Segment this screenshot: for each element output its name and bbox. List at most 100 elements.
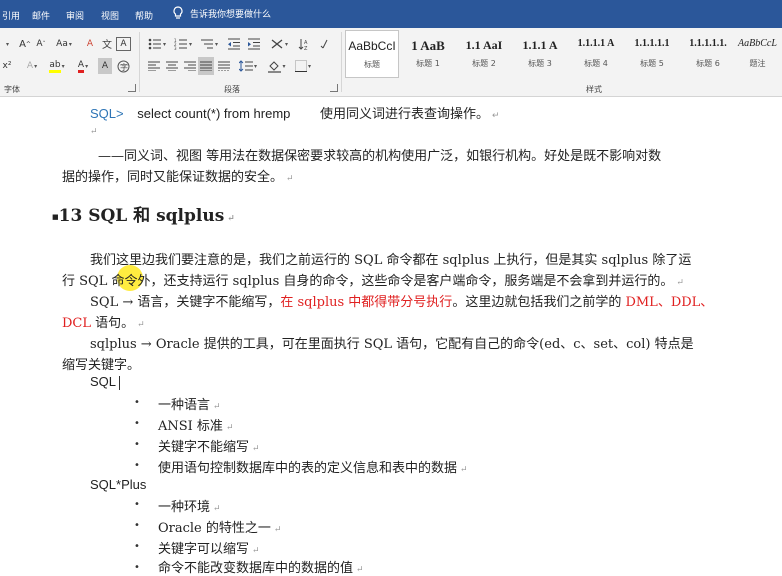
shrink-font-button[interactable]: Aˇ	[34, 36, 48, 52]
char-border-button[interactable]: A	[116, 37, 131, 51]
char-shading-button[interactable]: A	[98, 58, 112, 74]
section-heading: ■13 SQL 和 sqlplus ↵	[52, 206, 235, 226]
document-page[interactable]: SQL> select count(*) from hremp 使用同义词进行表…	[0, 97, 782, 576]
tell-me-box[interactable]: 告诉我你想要做什么	[172, 6, 271, 20]
svg-text:字: 字	[120, 62, 128, 72]
distributed-icon	[218, 61, 230, 71]
svg-text:3: 3	[174, 46, 177, 50]
sort-icon: AZ	[298, 39, 308, 50]
sql-prompt: SQL>	[90, 106, 124, 121]
change-case-button[interactable]: Aa ▾	[53, 36, 75, 52]
menu-review[interactable]: 审阅	[66, 9, 84, 22]
bullets-button[interactable]: ▾	[146, 36, 168, 52]
sqlplus-list-label: SQL*Plus	[90, 477, 147, 492]
align-left-icon	[148, 61, 160, 71]
enclose-char-button[interactable]: 字	[116, 58, 131, 74]
style-heading-1[interactable]: 1 AaB 标题 1	[401, 30, 455, 78]
highlight-button[interactable]: ab ▾	[46, 58, 68, 74]
text-cursor	[119, 375, 121, 390]
phonetic-icon: 文	[102, 38, 112, 50]
grow-font-button[interactable]: A ^	[18, 36, 32, 52]
menu-mailings[interactable]: 邮件	[32, 9, 50, 22]
paragraph-group-label: 段落	[224, 85, 240, 94]
styles-group-label: 样式	[586, 85, 602, 94]
bullet: •	[134, 562, 140, 573]
shading-button[interactable]: ▾	[266, 58, 288, 74]
bullet: •	[134, 418, 140, 429]
increase-indent-button[interactable]	[246, 36, 262, 52]
align-right-button[interactable]	[182, 58, 198, 74]
align-center-button[interactable]	[164, 58, 180, 74]
style-title[interactable]: AaBbCcI 标题	[345, 30, 399, 78]
menu-help[interactable]: 帮助	[135, 9, 153, 22]
sort-button[interactable]: AZ	[296, 36, 312, 52]
align-right-icon	[184, 61, 196, 71]
numbering-icon: 123	[174, 38, 187, 50]
decrease-indent-icon	[228, 38, 240, 50]
numbering-button[interactable]: 1 2 3 ▾	[172, 36, 194, 52]
list-item: 关键字可以缩写 ↵	[158, 542, 260, 557]
align-center-icon	[166, 61, 178, 71]
style-heading-6[interactable]: 1.1.1.1.1. 标题 6	[681, 30, 735, 78]
show-marks-button[interactable]	[318, 36, 334, 52]
paragraph-mark: ↵	[90, 127, 98, 137]
borders-icon	[294, 60, 307, 72]
para3-line1: sqlplus → Oracle 提供的工具，可在里面执行 SQL 语句，它配有…	[90, 337, 694, 352]
justify-button[interactable]	[198, 57, 214, 75]
line-spacing-button[interactable]: ▾	[236, 58, 260, 74]
list-item: ANSI 标准 ↵	[158, 419, 234, 434]
tell-me-text: 告诉我你想要做什么	[190, 9, 272, 20]
font-dialog-launcher[interactable]	[128, 84, 136, 92]
list-item: 一种环境 ↵	[158, 500, 221, 515]
ribbon: ▾ A ^ Aˇ Aa ▾ A 文 A x² A ▾ ab ▾ A ▾ A 字 字体 ▾ …	[0, 28, 782, 97]
svg-text:Z: Z	[304, 46, 308, 50]
font-group-label: 字体	[4, 85, 20, 94]
font-color-button[interactable]: A ▾	[72, 58, 94, 74]
list-item: 一种语言 ↵	[158, 398, 221, 413]
bullet: •	[134, 520, 140, 531]
style-heading-3[interactable]: 1.1.1 A 标题 3	[513, 30, 567, 78]
sql-list-label: SQL	[90, 374, 121, 390]
styles-gallery: AaBbCcI 标题 1 AaB 标题 1 1.1 AaI 标题 2 1.1.1…	[345, 30, 782, 80]
para3-line2: 缩写关键字。	[62, 358, 141, 373]
decrease-indent-button[interactable]	[226, 36, 242, 52]
style-heading-4[interactable]: 1.1.1.1 A 标题 4	[569, 30, 623, 78]
enclose-char-icon: 字	[117, 60, 130, 72]
para2-line1: SQL → 语言，关键字不能缩写，在 sqlplus 中都得带分号执行。这里边就…	[90, 295, 714, 310]
paragraph-dialog-launcher[interactable]	[330, 84, 338, 92]
text-effect-button[interactable]: A ▾	[22, 58, 42, 74]
group-separator	[341, 32, 342, 92]
style-heading-5[interactable]: 1.1.1.1.1 标题 5	[625, 30, 679, 78]
superscript-button[interactable]: x²	[0, 58, 14, 74]
bullet: •	[134, 541, 140, 552]
paragraph-mark-icon	[320, 39, 328, 49]
menu-view[interactable]: 视图	[101, 9, 119, 22]
clear-format-button[interactable]: A	[83, 36, 97, 52]
code-line: SQL> select count(*) from hremp 使用同义词进行表…	[90, 106, 500, 122]
synonym-paragraph-line1: ——同义词、视图 等用法在数据保密要求较高的机构使用广泛，如银行机构。好处是既不…	[98, 149, 662, 164]
list-item: 使用语句控制数据库中的表的定义信息和表中的数据 ↵	[158, 461, 468, 476]
phonetic-guide-button[interactable]: 文	[100, 36, 114, 52]
multilevel-list-button[interactable]: ▾	[198, 36, 220, 52]
chinese-layout-icon	[271, 39, 283, 49]
multilevel-list-icon	[200, 39, 213, 49]
justify-icon	[200, 61, 212, 71]
align-left-button[interactable]	[146, 58, 162, 74]
increase-indent-icon	[248, 38, 260, 50]
sql-code: select count(*) from hremp	[137, 106, 291, 121]
lightbulb-icon	[173, 6, 183, 19]
chinese-layout-button[interactable]: ▾	[268, 36, 290, 52]
style-caption[interactable]: AaBbCcL 题注	[733, 30, 782, 78]
bullet: •	[134, 397, 140, 408]
menu-references[interactable]: 引用	[2, 9, 20, 22]
bullet: •	[134, 499, 140, 510]
list-item: Oracle 的特性之一 ↵	[158, 521, 282, 536]
synonym-paragraph-line2: 据的操作，同时又能保证数据的安全。 ↵	[62, 170, 294, 185]
distributed-button[interactable]	[216, 58, 232, 74]
list-item: 命令不能改变数据库中的数据的值 ↵	[158, 561, 364, 576]
borders-button[interactable]: ▾	[292, 58, 314, 74]
style-heading-2[interactable]: 1.1 AaI 标题 2	[457, 30, 511, 78]
code-note: 使用同义词进行表查询操作。	[320, 107, 490, 122]
font-size-dropdown[interactable]: ▾	[0, 36, 14, 52]
bullet: •	[134, 460, 140, 471]
